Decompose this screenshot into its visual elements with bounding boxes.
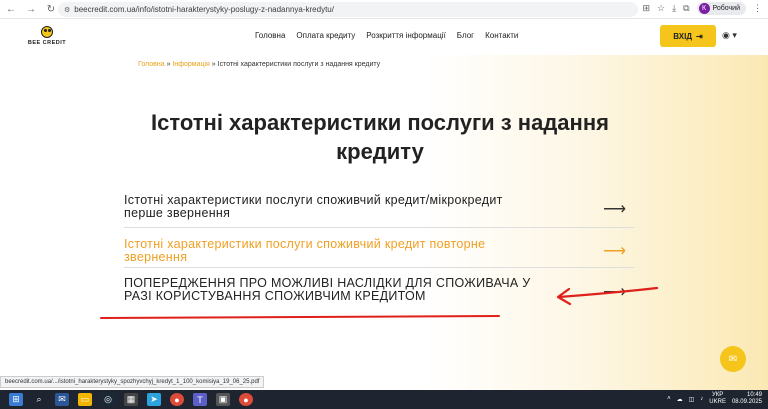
back-icon[interactable]: ← <box>2 1 20 17</box>
link-warning-label: ПОПЕРЕДЖЕННЯ ПРО МОЖЛИВІ НАСЛІДКИ ДЛЯ СП… <box>124 277 544 303</box>
annotation-arrow-icon <box>556 286 659 306</box>
link-label-line: звернення <box>124 250 188 264</box>
nav-item-contacts[interactable]: Контакти <box>485 31 518 40</box>
chat-icon[interactable]: ✉ <box>720 346 746 372</box>
clock[interactable]: 10:49 08.09.2025 <box>732 392 762 406</box>
breadcrumb-separator: » <box>166 61 171 68</box>
url-text: beecredit.com.ua/info/istotni-harakterys… <box>74 5 334 14</box>
language-code: УКР <box>711 392 724 398</box>
annotation-underline <box>99 314 501 320</box>
nav-item-payment[interactable]: Оплата кредиту <box>296 31 355 40</box>
link-repeat-request[interactable]: Істотні характеристики послуги споживчий… <box>124 238 634 268</box>
steam-icon[interactable]: ◎ <box>101 393 115 406</box>
store-icon[interactable]: ▦ <box>124 393 138 406</box>
menu-dots-icon[interactable]: ⋮ <box>753 3 762 14</box>
arrow-right-icon: ⟶ <box>603 242 626 260</box>
page-title-line1: Істотні характеристики послуги з надання <box>151 110 609 135</box>
download-icon[interactable]: ⤓ <box>672 3 676 14</box>
nav-item-blog[interactable]: Блог <box>457 31 474 40</box>
accessibility-eye-icon[interactable]: ◉ ▾ <box>722 30 737 41</box>
teams-icon[interactable]: T <box>193 393 207 406</box>
link-repeat-request-label: Істотні характеристики послуги споживчий… <box>124 238 544 264</box>
browser-toolbar: ← → ↻ ⚙ beecredit.com.ua/info/istotni-ha… <box>0 0 768 19</box>
login-icon: ⇥ <box>696 31 703 41</box>
forward-icon[interactable]: → <box>22 1 40 17</box>
bookmark-star-icon[interactable]: ☆ <box>657 3 665 14</box>
file-explorer-icon[interactable]: ▭ <box>78 393 92 406</box>
telegram-icon[interactable]: ➤ <box>147 393 161 406</box>
chrome-icon[interactable]: ● <box>170 393 184 406</box>
page-title-line2: кредиту <box>336 139 424 164</box>
site-info-icon[interactable]: ⚙ <box>64 6 70 14</box>
breadcrumb: Головна » Інформація » Істотні характери… <box>138 61 380 68</box>
system-tray: ˄ ☁ ◫ ♪ УКР UKRE 10:49 08.09.2025 <box>667 392 762 406</box>
profile-button[interactable]: К Робочий <box>696 2 746 15</box>
language-indicator[interactable]: УКР UKRE <box>709 392 726 406</box>
link-label-line: перше звернення <box>124 206 231 220</box>
nav-item-home[interactable]: Головна <box>255 31 285 40</box>
profile-label: Робочий <box>712 5 740 12</box>
translate-icon[interactable]: ⊞ <box>642 3 650 14</box>
login-button[interactable]: ВХІД ⇥ <box>660 25 716 47</box>
logo-text: BEE CREDIT <box>27 40 67 46</box>
bee-credit-logo[interactable]: BEE CREDIT <box>22 23 72 51</box>
status-bar-url: beecredit.com.ua/.../istotni_harakteryst… <box>0 376 265 388</box>
nav-item-disclosure[interactable]: Розкриття інформації <box>366 31 446 40</box>
mail-icon[interactable]: ✉ <box>55 393 69 406</box>
network-icon[interactable]: ◫ <box>689 396 695 403</box>
login-label: ВХІД <box>673 31 693 41</box>
clock-date: 08.09.2025 <box>731 399 762 405</box>
taskbar: ⊞ ⌕ ✉ ▭ ◎ ▦ ➤ ● T ▣ ● ˄ ☁ ◫ ♪ УКР UKRE 1… <box>0 390 768 409</box>
search-icon[interactable]: ⌕ <box>32 393 46 406</box>
main-content: Головна » Інформація » Істотні характери… <box>0 55 768 390</box>
breadcrumb-info[interactable]: Інформація <box>172 61 209 68</box>
clock-time: 10:49 <box>746 392 762 398</box>
site-header: BEE CREDIT Головна Оплата кредиту Розкри… <box>0 20 768 54</box>
app-icon[interactable]: ▣ <box>216 393 230 406</box>
link-label-line: Істотні характеристики послуги споживчий… <box>124 237 486 251</box>
bee-icon <box>38 23 56 39</box>
link-first-request-label: Істотні характеристики послуги споживчий… <box>124 194 544 220</box>
arrow-right-icon: ⟶ <box>603 200 626 218</box>
tray-chevron-icon[interactable]: ˄ <box>667 396 671 402</box>
browser-actions: ⊞ ☆ ⤓ ⧉ К Робочий ⋮ <box>642 2 762 15</box>
page-title: Істотні характеристики послуги з надання… <box>120 108 640 166</box>
keyboard-layout: UKRE <box>709 399 726 405</box>
profile-avatar: К <box>698 3 710 14</box>
breadcrumb-home[interactable]: Головна <box>138 61 165 68</box>
breadcrumb-current: Істотні характеристики послуги з надання… <box>217 61 381 68</box>
link-first-request[interactable]: Істотні характеристики послуги споживчий… <box>124 194 634 228</box>
address-bar[interactable]: ⚙ beecredit.com.ua/info/istotni-harakter… <box>58 2 638 17</box>
extensions-icon[interactable]: ⧉ <box>683 3 689 14</box>
volume-icon[interactable]: ♪ <box>700 396 703 402</box>
cloud-icon[interactable]: ☁ <box>677 396 683 403</box>
breadcrumb-separator: » <box>211 61 216 68</box>
main-nav: Головна Оплата кредиту Розкриття інформа… <box>255 31 518 40</box>
link-label-line: РАЗІ КОРИСТУВАННЯ СПОЖИВЧИМ КРЕДИТОМ <box>124 289 426 303</box>
chrome-profile-icon[interactable]: ● <box>239 393 253 406</box>
windows-start-icon[interactable]: ⊞ <box>9 393 23 406</box>
